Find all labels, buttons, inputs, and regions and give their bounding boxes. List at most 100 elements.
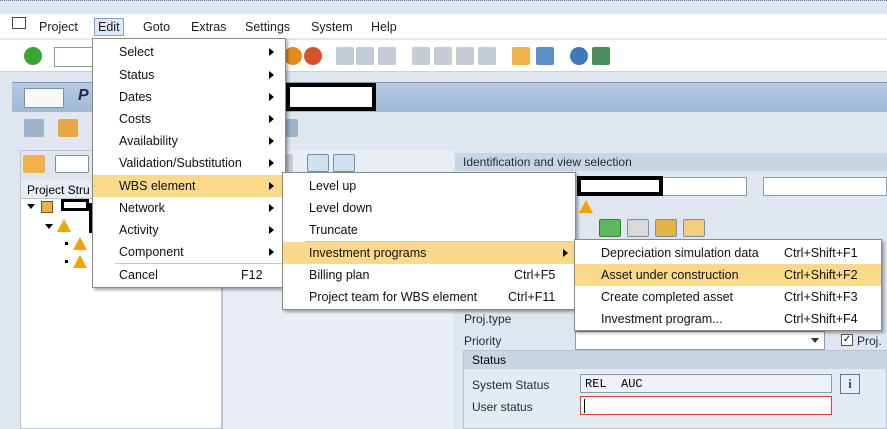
- redacted-title: [286, 83, 376, 111]
- view-button-1[interactable]: [599, 219, 621, 237]
- command-field[interactable]: [54, 47, 94, 67]
- menu-item-dates[interactable]: Dates: [93, 86, 285, 108]
- menu-item-label: Investment programs: [309, 246, 427, 260]
- window-frame-edge: [0, 0, 887, 1]
- menu-extras[interactable]: Extras: [188, 18, 229, 36]
- warning-icon: [579, 200, 593, 213]
- menu-item-shortcut: Ctrl+F11: [508, 290, 556, 304]
- edit-menu: Select Status Dates Costs Availability V…: [92, 38, 286, 288]
- submenu-arrow-icon: [269, 71, 274, 79]
- menu-item-create-completed-asset[interactable]: Create completed asset Ctrl+Shift+F3: [575, 286, 881, 308]
- menu-item-label: Costs: [119, 112, 151, 126]
- menu-bar: Project Edit Goto Extras Settings System…: [0, 14, 887, 38]
- collapse-icon[interactable]: [45, 224, 53, 229]
- menu-project[interactable]: Project: [36, 18, 81, 36]
- status-group: Status System Status REL AUC i User stat…: [463, 350, 887, 429]
- menu-item-label: Status: [119, 68, 155, 82]
- project-icon: [41, 201, 53, 213]
- menu-item-validation[interactable]: Validation/Substitution: [93, 152, 285, 174]
- menu-help[interactable]: Help: [368, 18, 400, 36]
- menu-item-wbs-element[interactable]: WBS element: [93, 175, 285, 197]
- user-status-field[interactable]: [580, 396, 832, 415]
- check-icon[interactable]: [24, 47, 42, 65]
- page-title: P: [78, 87, 89, 104]
- expand-down-icon[interactable]: [307, 154, 329, 172]
- menu-item-label: Project team for WBS element: [309, 290, 478, 304]
- collapse-up-icon[interactable]: [333, 154, 355, 172]
- menu-edit[interactable]: Edit: [94, 18, 124, 36]
- menu-goto[interactable]: Goto: [140, 18, 173, 36]
- first-page-icon[interactable]: [412, 47, 430, 65]
- proj-summary-checkbox[interactable]: ✓: [841, 334, 853, 346]
- submenu-arrow-icon: [269, 226, 274, 234]
- help-icon[interactable]: [570, 47, 588, 65]
- find-icon[interactable]: [356, 47, 374, 65]
- menu-item-activity[interactable]: Activity: [93, 219, 285, 241]
- project-type-icon[interactable]: [24, 88, 64, 108]
- menu-item-availability[interactable]: Availability: [93, 130, 285, 152]
- new-session-icon[interactable]: [512, 47, 530, 65]
- menu-item-label: WBS element: [119, 179, 196, 193]
- menu-item-shortcut: Ctrl+Shift+F1: [784, 246, 858, 260]
- print-icon[interactable]: [336, 47, 354, 65]
- menu-item-label: Cancel: [119, 268, 158, 282]
- menu-item-select[interactable]: Select: [93, 41, 285, 63]
- system-status-value: REL AUC: [585, 377, 643, 391]
- menu-system[interactable]: System: [308, 18, 356, 36]
- system-menu-icon[interactable]: [12, 17, 26, 29]
- view-button-3[interactable]: [655, 219, 677, 237]
- menu-item-shortcut: Ctrl+Shift+F2: [784, 268, 858, 282]
- project-description-field[interactable]: [763, 177, 887, 196]
- submenu-arrow-icon: [269, 48, 274, 56]
- menu-item-label: Depreciation simulation data: [601, 246, 759, 260]
- menu-item-label: Dates: [119, 90, 152, 104]
- menu-item-label: Billing plan: [309, 268, 370, 282]
- menu-item-network[interactable]: Network: [93, 197, 285, 219]
- find-next-icon[interactable]: [378, 47, 396, 65]
- last-page-icon[interactable]: [478, 47, 496, 65]
- dropdown-arrow-icon[interactable]: [811, 338, 819, 343]
- menu-item-truncate[interactable]: Truncate: [283, 219, 575, 241]
- menu-item-label: Activity: [119, 223, 159, 237]
- submenu-arrow-icon: [269, 204, 274, 212]
- menu-item-label: Asset under construction: [601, 268, 739, 282]
- menu-item-level-up[interactable]: Level up: [283, 175, 575, 197]
- menu-item-label: Availability: [119, 134, 178, 148]
- menu-item-level-down[interactable]: Level down: [283, 197, 575, 219]
- next-page-icon[interactable]: [456, 47, 474, 65]
- priority-select[interactable]: [575, 331, 825, 350]
- menu-item-project-team[interactable]: Project team for WBS element Ctrl+F11: [283, 286, 575, 308]
- collapse-icon[interactable]: [27, 204, 35, 209]
- glasses-icon[interactable]: [24, 119, 44, 137]
- menu-item-cancel[interactable]: Cancel F12: [93, 264, 285, 286]
- back-icon[interactable]: [284, 47, 302, 65]
- submenu-arrow-icon: [269, 159, 274, 167]
- menu-settings[interactable]: Settings: [242, 18, 293, 36]
- menu-item-shortcut: Ctrl+Shift+F4: [784, 312, 858, 326]
- customize-layout-icon[interactable]: [592, 47, 610, 65]
- menu-item-asset-under-construction[interactable]: Asset under construction Ctrl+Shift+F2: [575, 264, 881, 286]
- submenu-arrow-icon: [269, 115, 274, 123]
- menu-item-depreciation-simulation[interactable]: Depreciation simulation data Ctrl+Shift+F…: [575, 242, 881, 264]
- view-button-2[interactable]: [627, 219, 649, 237]
- shortcut-icon[interactable]: [536, 47, 554, 65]
- menu-item-billing-plan[interactable]: Billing plan Ctrl+F5: [283, 264, 575, 286]
- navigate-icon[interactable]: [58, 119, 78, 137]
- menu-item-investment-program[interactable]: Investment program... Ctrl+Shift+F4: [575, 308, 881, 330]
- open-folder-icon[interactable]: [23, 155, 45, 173]
- redacted-node: [61, 199, 89, 211]
- prev-page-icon[interactable]: [434, 47, 452, 65]
- view-button-4[interactable]: [683, 219, 705, 237]
- identification-section-title: Identification and view selection: [455, 153, 887, 171]
- warning-icon: [73, 255, 87, 268]
- menu-item-label: Create completed asset: [601, 290, 734, 304]
- info-icon[interactable]: i: [840, 374, 860, 394]
- wbs-element-submenu: Level up Level down Truncate Investment …: [282, 172, 576, 310]
- menu-item-component[interactable]: Component: [93, 241, 285, 263]
- new-document-icon[interactable]: [55, 155, 89, 173]
- menu-item-investment-programs[interactable]: Investment programs: [283, 242, 575, 264]
- submenu-arrow-icon: [269, 137, 274, 145]
- menu-item-status[interactable]: Status: [93, 64, 285, 86]
- menu-item-costs[interactable]: Costs: [93, 108, 285, 130]
- cancel-icon[interactable]: [304, 47, 322, 65]
